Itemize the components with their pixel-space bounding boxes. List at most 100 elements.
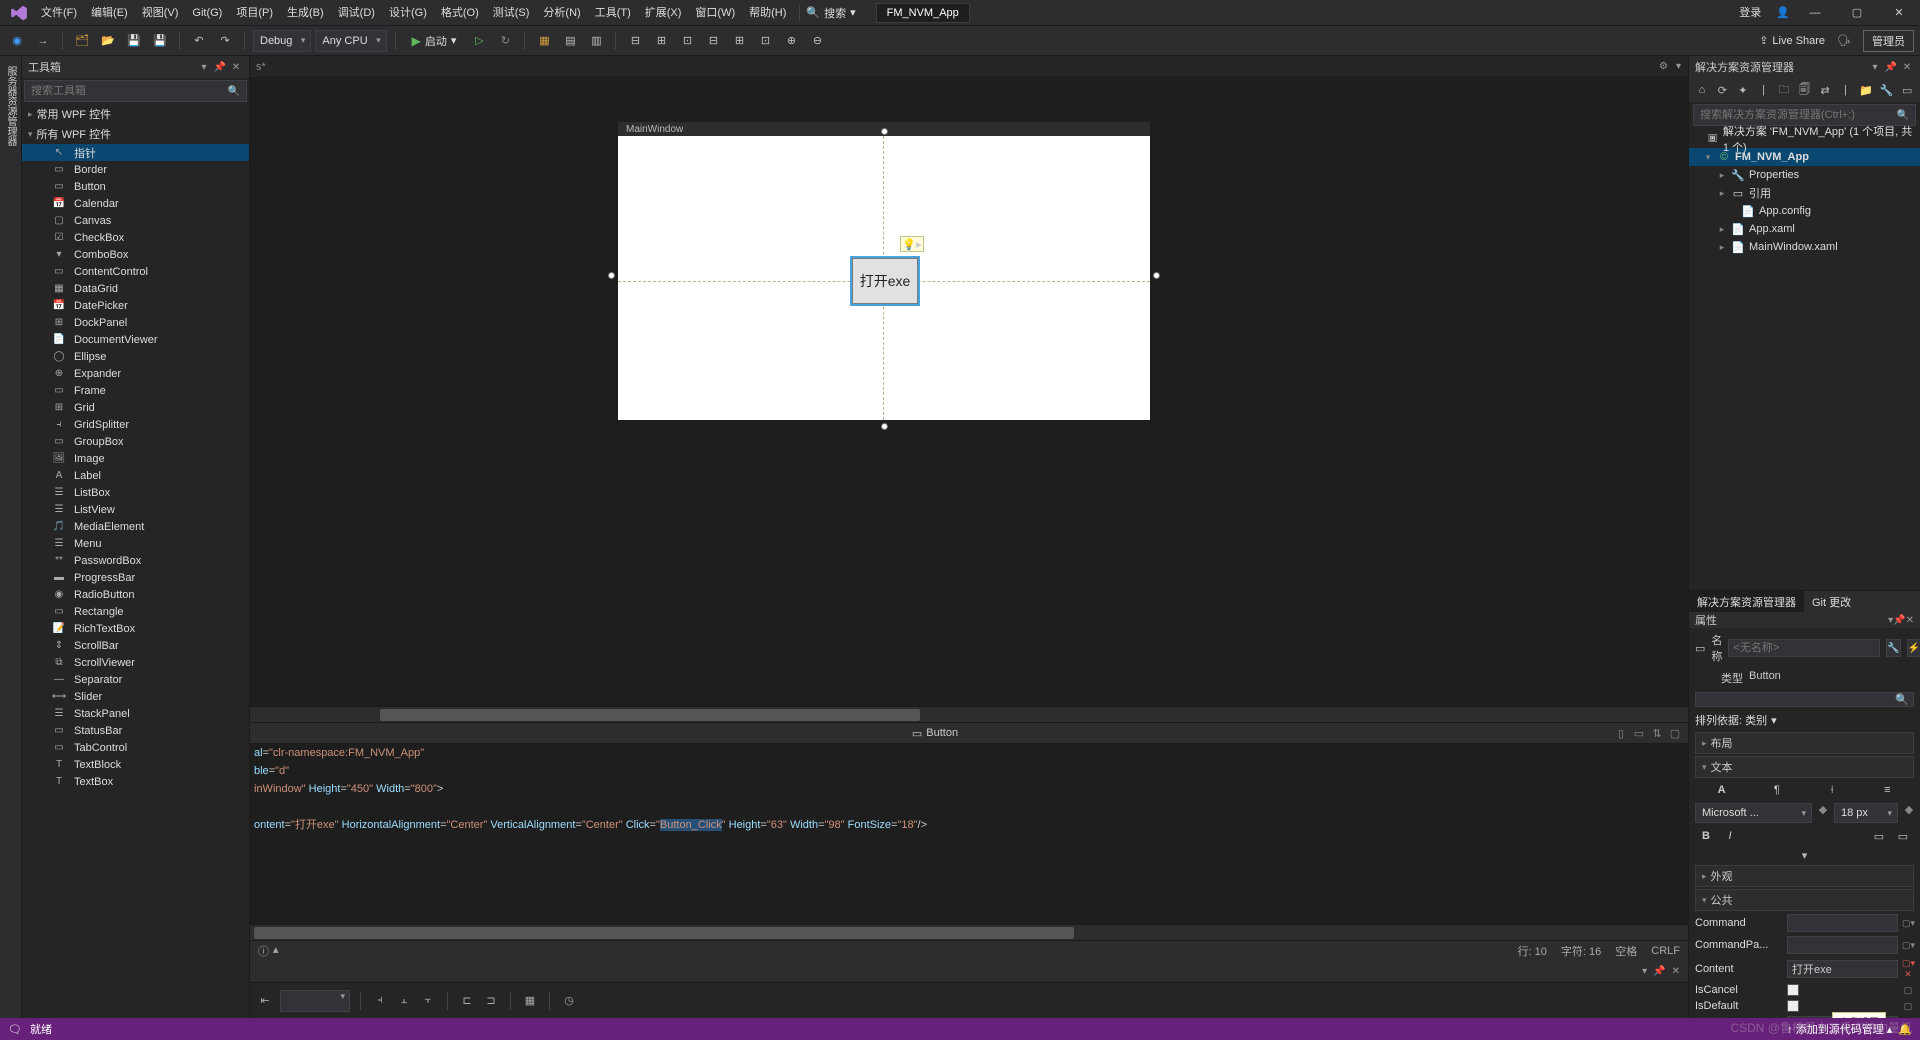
designer-button[interactable]: 打开exe bbox=[852, 258, 918, 304]
close-icon[interactable]: ✕ bbox=[229, 62, 243, 73]
toolbox-item[interactable]: ▭GroupBox bbox=[22, 433, 249, 450]
font-size-combo[interactable]: 18 px bbox=[1834, 803, 1898, 823]
expand-icon[interactable]: ▢ bbox=[1668, 727, 1682, 740]
sln-icon-2[interactable]: ✦ bbox=[1734, 81, 1752, 99]
sort-combo[interactable]: 排列依据: 类别 ▾ bbox=[1689, 709, 1920, 731]
solution-tree[interactable]: 🞖解决方案 'FM_NVM_App' (1 个项目, 共 1 个) ▾©FM_N… bbox=[1689, 128, 1920, 258]
status-col[interactable]: 字符: 16 bbox=[1561, 943, 1601, 959]
toolbox-item[interactable]: ▭Rectangle bbox=[22, 603, 249, 620]
toolbox-item[interactable]: ⇕ScrollBar bbox=[22, 637, 249, 654]
nav-forward-icon[interactable]: → bbox=[32, 30, 54, 52]
mainwindow-node[interactable]: ▸📄MainWindow.xaml bbox=[1689, 238, 1920, 256]
menu-project[interactable]: 项目(P) bbox=[229, 0, 280, 26]
menu-test[interactable]: 测试(S) bbox=[486, 0, 537, 26]
toolbox-item[interactable]: 📅Calendar bbox=[22, 195, 249, 212]
toolbox-item[interactable]: ▬ProgressBar bbox=[22, 569, 249, 586]
toolbox-list[interactable]: 常用 WPF 控件 所有 WPF 控件 ↖指针▭Border▭Button📅Ca… bbox=[22, 104, 249, 1018]
maximize-button[interactable]: ▢ bbox=[1840, 2, 1874, 24]
toolbox-group-all[interactable]: 所有 WPF 控件 bbox=[22, 124, 249, 144]
align-icon-7[interactable]: ⊕ bbox=[780, 30, 802, 52]
toolbox-item[interactable]: 🖼Image bbox=[22, 450, 249, 467]
toolbox-item[interactable]: 📝RichTextBox bbox=[22, 620, 249, 637]
feedback-icon[interactable]: 🗣 bbox=[1833, 30, 1855, 52]
swap-icon[interactable]: ⇅ bbox=[1650, 727, 1664, 740]
sln-icon-7[interactable]: ▭ bbox=[1898, 81, 1916, 99]
toolbox-item[interactable]: ▭Border bbox=[22, 161, 249, 178]
solution-explorer-tab[interactable]: 解决方案资源管理器 bbox=[1689, 591, 1804, 612]
toolbox-item[interactable]: ◯Ellipse bbox=[22, 348, 249, 365]
pin-icon[interactable]: 📌 bbox=[1893, 615, 1905, 626]
toolbox-item[interactable]: TTextBox bbox=[22, 773, 249, 790]
dropdown-icon[interactable]: ▾ bbox=[197, 62, 211, 73]
toolbox-item[interactable]: ☰ListView bbox=[22, 501, 249, 518]
toolbox-item[interactable]: ▭Button bbox=[22, 178, 249, 195]
toolbox-item[interactable]: ⫞GridSplitter bbox=[22, 416, 249, 433]
font-family-combo[interactable]: Microsoft ... bbox=[1695, 803, 1812, 823]
close-button[interactable]: ✕ bbox=[1882, 2, 1916, 24]
menu-file[interactable]: 文件(F) bbox=[34, 0, 84, 26]
solution-search-input[interactable] bbox=[1700, 109, 1897, 121]
isdefault-checkbox[interactable] bbox=[1787, 1000, 1799, 1012]
al3-icon[interactable]: ⫟ bbox=[419, 992, 437, 1010]
status-ws[interactable]: 空格 bbox=[1615, 943, 1637, 959]
toolbox-item[interactable]: ⧉ScrollViewer bbox=[22, 654, 249, 671]
start-without-debug-icon[interactable]: ▷ bbox=[468, 30, 490, 52]
save-icon[interactable]: 💾 bbox=[123, 30, 145, 52]
close-icon[interactable]: ✕ bbox=[1670, 966, 1682, 977]
home-icon[interactable]: ⌂ bbox=[1693, 81, 1711, 99]
open-icon[interactable]: 📂 bbox=[97, 30, 119, 52]
solution-node[interactable]: 🞖解决方案 'FM_NVM_App' (1 个项目, 共 1 个) bbox=[1689, 130, 1920, 148]
fs-icon-1[interactable]: ▭ bbox=[1868, 827, 1890, 845]
toolbox-item[interactable]: —Separator bbox=[22, 671, 249, 688]
wrench-icon[interactable]: 🔧 bbox=[1878, 81, 1896, 99]
toolbox-item[interactable]: **PasswordBox bbox=[22, 552, 249, 569]
config-combo[interactable]: Debug bbox=[253, 30, 311, 52]
xaml-code-editor[interactable]: al="clr-namespace:FM_NVM_App" ble="d" in… bbox=[250, 744, 1688, 924]
val-content[interactable]: 打开exe bbox=[1787, 960, 1898, 978]
marker[interactable]: ▢▾ bbox=[1902, 940, 1914, 951]
git-changes-tab[interactable]: Git 更改 bbox=[1804, 591, 1859, 612]
design-canvas[interactable]: MainWindow 打开exe 💡▸ bbox=[618, 122, 1150, 420]
toolbox-item[interactable]: TTextBlock bbox=[22, 756, 249, 773]
binding-marker[interactable]: ◆ bbox=[1904, 803, 1914, 823]
menu-help[interactable]: 帮助(H) bbox=[742, 0, 793, 26]
menu-window[interactable]: 窗口(W) bbox=[688, 0, 742, 26]
status-bell-icon[interactable]: 🔔 bbox=[1898, 1023, 1912, 1036]
al5-icon[interactable]: ⊐ bbox=[482, 992, 500, 1010]
search-menu[interactable]: 🔍 搜索 ▾ bbox=[806, 5, 855, 21]
source-control-add[interactable]: ↑ 添加到源代码管理 ▴ bbox=[1787, 1021, 1892, 1037]
al2-icon[interactable]: ⫠ bbox=[395, 992, 413, 1010]
sign-in-link[interactable]: 登录 bbox=[1732, 0, 1768, 26]
sln-icon-5[interactable]: ⇄ bbox=[1816, 81, 1834, 99]
grid-icon[interactable]: ▦ bbox=[521, 992, 539, 1010]
sln-icon-4[interactable]: 🗐 bbox=[1796, 81, 1814, 99]
output-icon[interactable]: 🗨 bbox=[8, 1023, 22, 1036]
handle-s[interactable] bbox=[881, 423, 888, 430]
redo-icon[interactable]: ↷ bbox=[214, 30, 236, 52]
account-icon[interactable]: 👤 bbox=[1776, 6, 1790, 19]
platform-combo[interactable]: Any CPU bbox=[315, 30, 386, 52]
split-vert-icon[interactable]: ▯ bbox=[1614, 727, 1628, 740]
split-horiz-icon[interactable]: ▭ bbox=[1632, 727, 1646, 740]
align-icon-6[interactable]: ⊡ bbox=[754, 30, 776, 52]
toolbox-item[interactable]: ▾ComboBox bbox=[22, 246, 249, 263]
bold-icon[interactable]: B bbox=[1695, 827, 1717, 845]
live-share-button[interactable]: ⇪ Live Share bbox=[1759, 34, 1825, 47]
toolbox-item[interactable]: ◉RadioButton bbox=[22, 586, 249, 603]
start-debug-button[interactable]: ▶启动 ▾ bbox=[404, 30, 465, 52]
toolbox-item[interactable]: 📄DocumentViewer bbox=[22, 331, 249, 348]
toolbox-item[interactable]: ☑CheckBox bbox=[22, 229, 249, 246]
align-icon-1[interactable]: ⊟ bbox=[624, 30, 646, 52]
appxaml-node[interactable]: ▸📄App.xaml bbox=[1689, 220, 1920, 238]
align-para-icon[interactable]: ¶ bbox=[1766, 781, 1788, 799]
toolbox-item[interactable]: ▭StatusBar bbox=[22, 722, 249, 739]
toolbox-search[interactable] bbox=[24, 80, 247, 102]
iscancel-checkbox[interactable] bbox=[1787, 984, 1799, 996]
align-list-icon[interactable]: ≡ bbox=[1876, 781, 1898, 799]
nav-back-icon[interactable]: ◉ bbox=[6, 30, 28, 52]
reset-marker-icon[interactable]: ▢▾ ✕ bbox=[1902, 958, 1914, 980]
pin-icon[interactable]: 📌 bbox=[213, 62, 227, 73]
status-crlf[interactable]: CRLF bbox=[1651, 945, 1680, 957]
marker[interactable]: ▢▾ bbox=[1902, 918, 1914, 929]
sln-icon-3[interactable]: 🗀 bbox=[1775, 81, 1793, 99]
